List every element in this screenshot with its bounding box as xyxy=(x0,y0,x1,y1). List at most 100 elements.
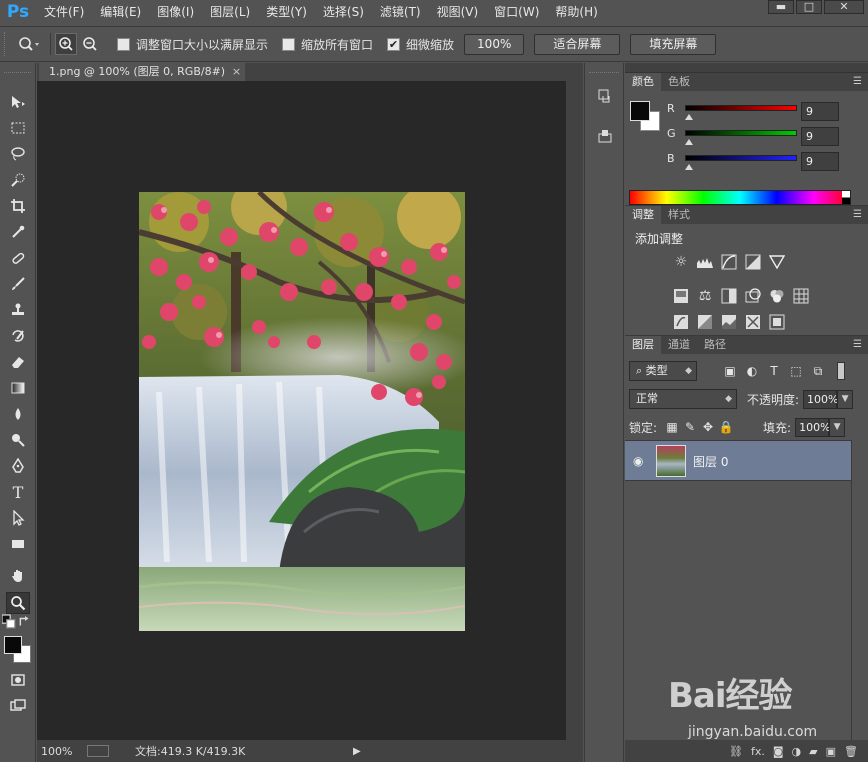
levels-icon[interactable] xyxy=(695,252,715,272)
posterize-icon[interactable] xyxy=(695,312,715,332)
green-thumb[interactable] xyxy=(685,139,693,145)
status-zoom-level[interactable]: 100% xyxy=(37,745,87,758)
zoom-100-button[interactable]: 100% xyxy=(464,33,525,55)
exposure-icon[interactable] xyxy=(743,252,763,272)
opacity-dropdown-icon[interactable]: ▼ xyxy=(837,389,854,409)
tab-styles[interactable]: 样式 xyxy=(661,206,697,224)
default-colors-icon[interactable] xyxy=(2,614,16,629)
menu-view[interactable]: 视图(V) xyxy=(429,0,487,24)
zoom-in-button[interactable] xyxy=(55,33,77,55)
layer-filter-select[interactable]: ⌕ 类型 ◆ xyxy=(629,361,697,381)
fill-dropdown-icon[interactable]: ▼ xyxy=(829,417,846,437)
color-lookup-icon[interactable] xyxy=(791,286,811,306)
marquee-tool-icon[interactable] xyxy=(6,117,30,139)
rectangle-tool-icon[interactable] xyxy=(6,533,30,555)
swap-colors-icon[interactable] xyxy=(18,616,32,628)
invert-icon[interactable] xyxy=(671,312,691,332)
lock-position-icon[interactable]: ✥ xyxy=(699,418,717,436)
checkbox-box[interactable] xyxy=(117,37,130,51)
red-value-input[interactable]: 9 xyxy=(801,102,839,121)
toolbox-grip[interactable] xyxy=(4,65,31,73)
brightness-icon[interactable]: ☼ xyxy=(671,252,691,272)
eyedropper-tool-icon[interactable] xyxy=(6,221,30,243)
curves-icon[interactable] xyxy=(719,252,739,272)
filter-type-icon[interactable]: T xyxy=(763,361,785,381)
properties-panel-icon[interactable] xyxy=(593,125,617,147)
minimize-button[interactable]: ▬ xyxy=(768,0,794,14)
photo-filter-icon[interactable] xyxy=(743,286,763,306)
eye-icon[interactable]: ◉ xyxy=(633,454,643,468)
gradient-tool-icon[interactable] xyxy=(6,377,30,399)
resize-windows-checkbox[interactable]: 调整窗口大小以满屏显示 xyxy=(117,36,268,53)
panel-foreground-swatch[interactable] xyxy=(630,101,650,121)
red-thumb[interactable] xyxy=(685,114,693,120)
filter-pixel-icon[interactable]: ▣ xyxy=(719,361,741,381)
document-image[interactable] xyxy=(139,192,465,631)
canvas-scrollbar[interactable] xyxy=(566,81,583,740)
fill-screen-button[interactable]: 填充屏幕 xyxy=(630,33,717,55)
maximize-button[interactable]: □ xyxy=(796,0,822,14)
status-info-icon[interactable] xyxy=(87,745,109,757)
dodge-tool-icon[interactable] xyxy=(6,429,30,451)
options-grip[interactable] xyxy=(4,32,12,56)
green-track[interactable] xyxy=(685,130,797,136)
scrubby-zoom-checkbox[interactable]: ✔ 细微缩放 xyxy=(387,36,454,53)
panel-menu-icon[interactable]: ☰ xyxy=(853,206,862,224)
screen-mode-icon[interactable] xyxy=(6,695,30,717)
lock-all-icon[interactable]: 🔒 xyxy=(717,418,735,436)
tool-preset-picker[interactable] xyxy=(12,32,46,56)
hand-tool-icon[interactable] xyxy=(6,565,30,587)
dock-grip[interactable] xyxy=(589,65,619,73)
foreground-color-swatch[interactable] xyxy=(4,636,22,654)
history-brush-tool-icon[interactable] xyxy=(6,325,30,347)
crop-tool-icon[interactable] xyxy=(6,195,30,217)
clone-stamp-tool-icon[interactable] xyxy=(6,299,30,321)
filter-shape-icon[interactable]: ⬚ xyxy=(785,361,807,381)
lock-transparent-icon[interactable]: ▦ xyxy=(663,418,681,436)
lock-image-icon[interactable]: ✎ xyxy=(681,418,699,436)
menu-filter[interactable]: 滤镜(T) xyxy=(372,0,429,24)
blue-track[interactable] xyxy=(685,155,797,161)
menu-help[interactable]: 帮助(H) xyxy=(547,0,605,24)
layer-name[interactable]: 图层 0 xyxy=(693,453,728,470)
quick-mask-icon[interactable] xyxy=(6,669,30,691)
fit-screen-button[interactable]: 适合屏幕 xyxy=(534,33,621,55)
tab-paths[interactable]: 路径 xyxy=(697,336,733,354)
color-balance-icon[interactable]: ⚖ xyxy=(695,286,715,306)
filter-adjustment-icon[interactable]: ◐ xyxy=(741,361,763,381)
panel-menu-icon[interactable]: ☰ xyxy=(853,336,862,354)
move-tool-icon[interactable] xyxy=(6,91,30,113)
tab-adjustments[interactable]: 调整 xyxy=(625,206,661,224)
status-menu-arrow-icon[interactable]: ▶ xyxy=(353,746,361,757)
type-tool-icon[interactable]: T xyxy=(6,481,30,503)
checkbox-box[interactable] xyxy=(282,37,296,51)
threshold-icon[interactable] xyxy=(719,312,739,332)
tab-layers[interactable]: 图层 xyxy=(625,336,661,354)
tab-color[interactable]: 颜色 xyxy=(625,73,661,91)
menu-window[interactable]: 窗口(W) xyxy=(486,0,547,24)
menu-image[interactable]: 图像(I) xyxy=(149,0,202,24)
history-panel-icon[interactable] xyxy=(593,85,617,107)
channel-mixer-icon[interactable] xyxy=(767,286,787,306)
green-value-input[interactable]: 9 xyxy=(801,127,839,146)
blur-tool-icon[interactable] xyxy=(6,403,30,425)
zoom-out-button[interactable] xyxy=(79,33,101,55)
zoom-all-windows-checkbox[interactable]: 缩放所有窗口 xyxy=(282,36,373,53)
selective-color-icon[interactable] xyxy=(767,312,787,332)
quick-select-tool-icon[interactable] xyxy=(6,169,30,191)
fill-input[interactable]: 100% xyxy=(795,417,831,437)
menu-file[interactable]: 文件(F) xyxy=(36,0,92,24)
vibrance-icon[interactable] xyxy=(767,252,787,272)
blue-thumb[interactable] xyxy=(685,164,693,170)
pen-tool-icon[interactable] xyxy=(6,455,30,477)
tab-swatches[interactable]: 色板 xyxy=(661,73,697,91)
gradient-map-icon[interactable] xyxy=(743,312,763,332)
tab-channels[interactable]: 通道 xyxy=(661,336,697,354)
layer-row[interactable]: ◉ 图层 0 xyxy=(625,441,851,481)
brush-tool-icon[interactable] xyxy=(6,273,30,295)
menu-type[interactable]: 类型(Y) xyxy=(258,0,315,24)
panel-grip[interactable] xyxy=(625,63,868,73)
blend-mode-select[interactable]: 正常 ◆ xyxy=(629,389,737,409)
color-spectrum[interactable] xyxy=(629,190,851,205)
close-tab-icon[interactable]: × xyxy=(232,63,241,81)
